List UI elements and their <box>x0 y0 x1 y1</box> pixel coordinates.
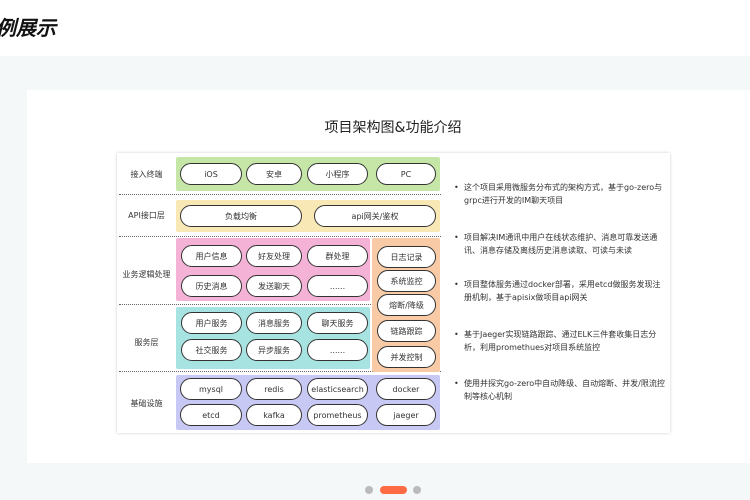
pill: 安卓 <box>246 163 302 185</box>
pill: redis <box>246 378 302 400</box>
feature-bullet: 项目整体服务通过docker部署，采用etcd做服务发现注册机制，基于apisi… <box>452 278 667 304</box>
carousel-dot-active[interactable] <box>380 486 407 494</box>
divider <box>119 304 375 305</box>
pill: elasticsearch <box>307 378 368 400</box>
layer-label: 业务逻辑处理 <box>122 270 171 279</box>
pill: 并发控制 <box>377 346 436 368</box>
pill: 链路跟踪 <box>377 320 436 342</box>
pill: 用户服务 <box>181 312 242 334</box>
pill: 好友处理 <box>246 245 302 267</box>
pill: 日志记录 <box>377 246 436 268</box>
pill: 社交服务 <box>181 339 242 361</box>
pill: jaeger <box>376 404 436 426</box>
pill: prometheus <box>307 404 368 426</box>
pill: ...... <box>307 339 368 361</box>
pill: 异步服务 <box>246 339 302 361</box>
pill: 群处理 <box>307 245 368 267</box>
pill: 发送聊天 <box>246 275 302 297</box>
pill: 负载均衡 <box>180 205 302 227</box>
layer-label: 服务层 <box>134 338 159 347</box>
pill: 消息服务 <box>246 312 302 334</box>
pill: 系统监控 <box>377 270 436 292</box>
divider <box>119 194 441 195</box>
pill: 熔断/降级 <box>377 294 436 316</box>
feature-bullet: 使用并探究go-zero中自动降级、自动熔断、并发/限流控制等核心机制 <box>452 377 667 403</box>
feature-bullet: 基于Jaeger实现链路跟踪、通过ELK三件套收集日志分析，利用promethu… <box>452 328 667 354</box>
header: 例展示 <box>0 0 750 56</box>
layer-label: API接口层 <box>128 211 165 220</box>
pill: 小程序 <box>307 163 368 185</box>
pill: PC <box>376 163 436 185</box>
carousel-dot[interactable] <box>365 486 373 494</box>
feature-bullet: 项目解决IM通讯中用户在线状态维护、消息可靠发送通讯、消息存储及离线历史消息读取… <box>452 231 667 257</box>
pill: docker <box>376 378 436 400</box>
pill: api网关/鉴权 <box>314 205 436 227</box>
layer-label: 基础设施 <box>130 399 163 408</box>
architecture-diagram: 接入终端 API接口层 业务逻辑处理 服务层 基础设施 iOS 安卓 小程序 P… <box>117 153 670 433</box>
pill: 聊天服务 <box>307 312 368 334</box>
pill: iOS <box>180 163 242 185</box>
divider <box>119 236 441 237</box>
slide-title: 项目架构图&功能介绍 <box>324 120 462 136</box>
pill: kafka <box>246 404 302 426</box>
section-title: 例展示 <box>0 16 56 40</box>
pill: etcd <box>180 404 242 426</box>
pill: mysql <box>180 378 242 400</box>
carousel-dot[interactable] <box>413 486 421 494</box>
pill: 历史消息 <box>181 275 242 297</box>
layer-label: 接入终端 <box>130 170 163 179</box>
pill: 用户信息 <box>181 245 242 267</box>
feature-bullet: 这个项目采用微服务分布式的架构方式，基于go-zero与grpc进行开发的IM聊… <box>452 181 667 207</box>
pill: ...... <box>307 275 368 297</box>
